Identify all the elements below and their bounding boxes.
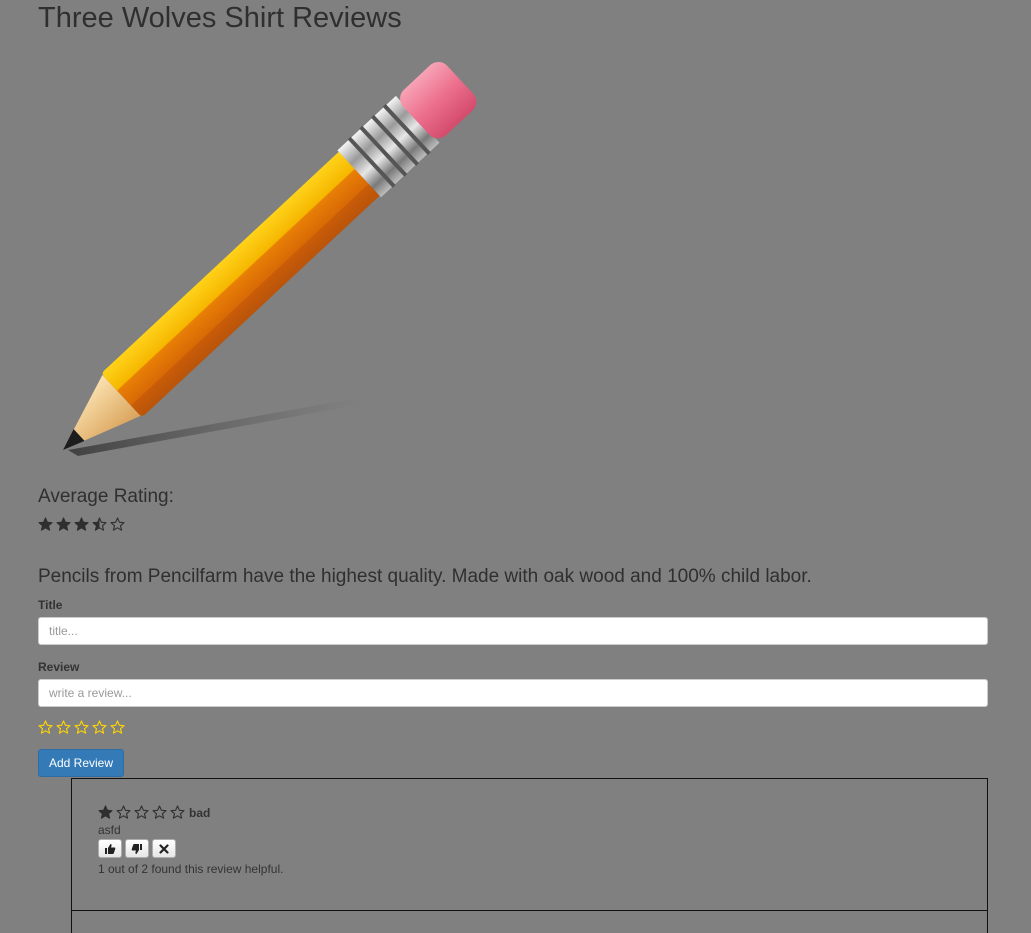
star-icon (74, 517, 89, 531)
add-review-button[interactable]: Add Review (38, 749, 124, 777)
star-icon[interactable] (74, 720, 89, 735)
star-icon[interactable] (38, 720, 53, 735)
star-icon (38, 517, 53, 531)
review-title: bad (189, 805, 211, 820)
star-icon (98, 805, 113, 819)
review-header: bad (98, 805, 210, 820)
star-icon (56, 517, 71, 531)
review-input[interactable] (38, 679, 988, 707)
close-icon (159, 843, 169, 854)
downvote-button[interactable] (125, 839, 149, 858)
star-icon (170, 805, 185, 819)
review-card-next (71, 910, 988, 933)
title-input[interactable] (38, 617, 988, 645)
thumbs-up-icon (105, 843, 116, 854)
star-icon (116, 805, 131, 819)
review-label: Review (38, 660, 80, 674)
star-icon (152, 805, 167, 819)
upvote-button[interactable] (98, 839, 122, 858)
star-icon (110, 517, 125, 531)
review-actions (98, 839, 176, 858)
review-card: bad asfd 1 out of 2 found this review he… (71, 778, 988, 911)
review-rating-stars (98, 805, 185, 820)
star-icon[interactable] (110, 720, 125, 735)
star-icon[interactable] (92, 720, 107, 735)
title-label: Title (38, 598, 63, 612)
star-icon[interactable] (56, 720, 71, 735)
product-description: Pencils from Pencilfarm have the highest… (38, 566, 812, 587)
new-rating-stars[interactable] (38, 720, 125, 735)
helpful-count: 1 out of 2 found this review helpful. (98, 862, 284, 876)
average-rating-stars (38, 517, 125, 532)
star-icon (92, 517, 107, 531)
delete-review-button[interactable] (152, 839, 176, 858)
star-icon (134, 805, 149, 819)
pencil-icon (38, 40, 478, 460)
review-body: asfd (98, 823, 121, 837)
page: Three Wolves Shirt Reviews Average Ratin… (0, 0, 1031, 933)
thumbs-down-icon (131, 843, 142, 854)
page-title: Three Wolves Shirt Reviews (38, 2, 402, 34)
average-rating-label: Average Rating: (38, 486, 174, 507)
